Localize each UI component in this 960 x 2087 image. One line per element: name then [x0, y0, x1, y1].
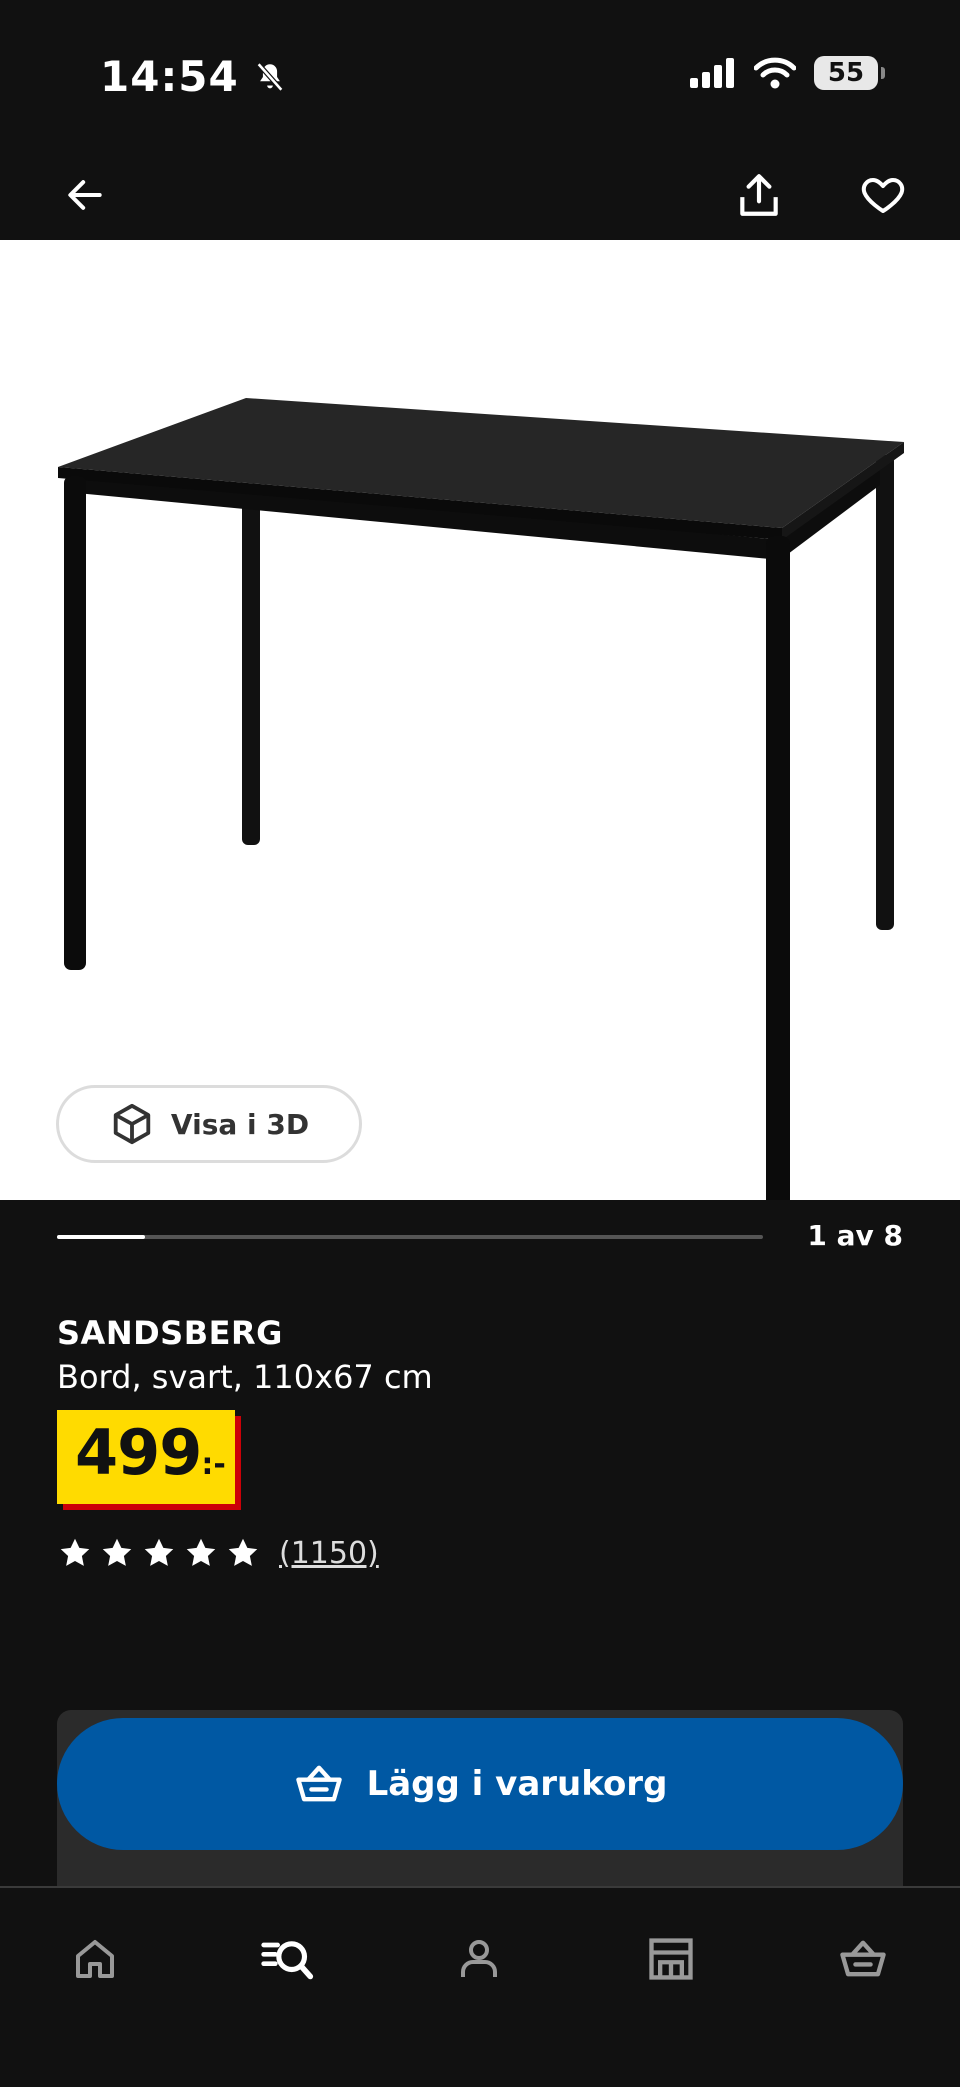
arrow-left-icon — [68, 180, 102, 210]
status-bar: 14:54 55 — [0, 0, 960, 150]
image-counter: 1 av 8 — [807, 1219, 903, 1252]
product-name: SANDSBERG — [57, 1314, 283, 1352]
progress-track — [57, 1235, 763, 1239]
tab-profile[interactable] — [444, 1924, 514, 1994]
progress-fill — [57, 1235, 146, 1239]
product-description: Bord, svart, 110x67 cm — [57, 1358, 433, 1396]
cube-icon — [113, 1103, 151, 1145]
signal-icon — [690, 58, 734, 88]
star-icon — [186, 1538, 216, 1566]
gallery-progress: 1 av 8 — [57, 1215, 903, 1259]
tab-store[interactable] — [636, 1924, 706, 1994]
battery-indicator: 55 — [814, 56, 885, 90]
top-nav — [0, 150, 960, 240]
tab-cart[interactable] — [828, 1924, 898, 1994]
heart-icon — [861, 178, 905, 213]
star-icon — [228, 1538, 258, 1566]
price-box: 499 :- — [57, 1410, 235, 1504]
home-icon — [76, 1940, 114, 1978]
tab-home[interactable] — [60, 1924, 130, 1994]
add-to-cart-label: Lägg i varukorg — [366, 1764, 668, 1804]
profile-icon — [461, 1940, 497, 1977]
share-button[interactable] — [726, 162, 792, 228]
status-indicators: 55 — [690, 56, 885, 90]
review-count-link[interactable]: (1150) — [279, 1536, 379, 1571]
bottom-tab-bar — [0, 1886, 960, 2087]
view-3d-label: Visa i 3D — [170, 1107, 310, 1141]
add-to-cart-button[interactable]: Lägg i varukorg — [57, 1718, 903, 1850]
price-suffix: :- — [201, 1447, 226, 1482]
clock: 14:54 — [100, 52, 239, 101]
silent-bell-icon — [256, 62, 283, 91]
price-value: 499 — [75, 1416, 202, 1489]
view-3d-button[interactable]: Visa i 3D — [56, 1085, 362, 1163]
price-tag: 499 :- — [57, 1410, 241, 1510]
share-icon — [740, 174, 778, 216]
star-icon — [60, 1538, 90, 1566]
product-image-gallery[interactable]: Visa i 3D — [0, 240, 960, 1200]
favorite-button[interactable] — [850, 162, 916, 228]
star-icon — [102, 1538, 132, 1566]
star-icon — [144, 1538, 174, 1566]
product-image — [58, 398, 904, 1200]
search-list-icon — [261, 1941, 314, 1980]
wifi-icon — [754, 57, 796, 89]
cart-icon — [840, 1940, 886, 1977]
status-time: 14:54 — [100, 52, 287, 101]
basket-icon — [295, 1765, 342, 1802]
back-button[interactable] — [52, 162, 118, 228]
rating-row[interactable]: (1150) — [57, 1535, 379, 1571]
tab-search[interactable] — [252, 1924, 322, 1994]
store-icon — [649, 1938, 693, 1980]
